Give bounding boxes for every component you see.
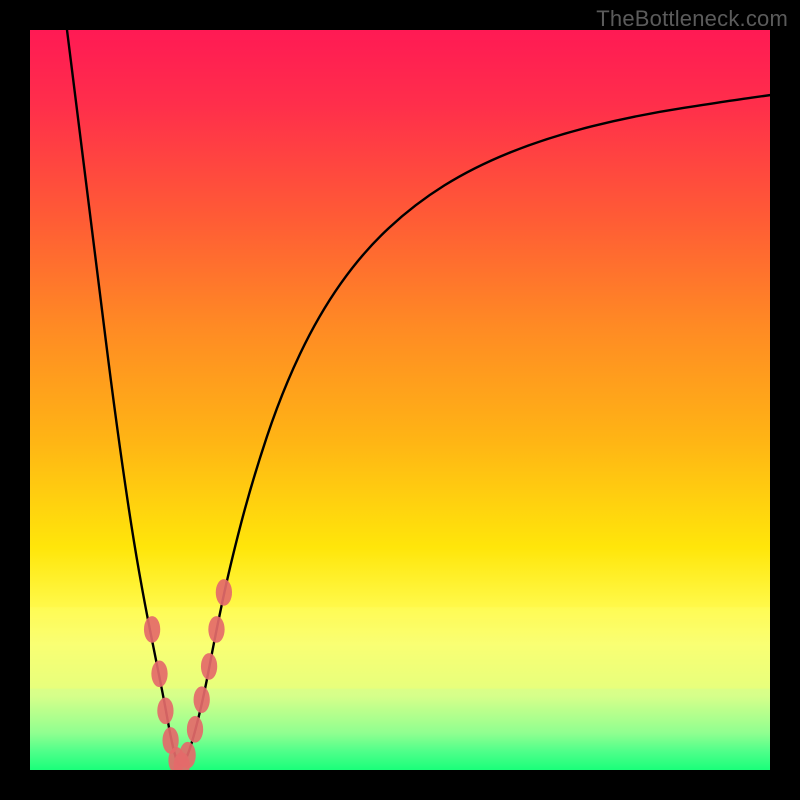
data-marker <box>187 716 203 743</box>
data-marker <box>151 660 167 687</box>
plot-area <box>30 30 770 770</box>
data-marker <box>208 616 224 643</box>
watermark-text: TheBottleneck.com <box>596 6 788 32</box>
chart-svg <box>30 30 770 770</box>
outer-frame: TheBottleneck.com <box>0 0 800 800</box>
highlight-band <box>30 607 770 688</box>
data-marker <box>216 579 232 606</box>
data-marker <box>144 616 160 643</box>
data-marker <box>157 697 173 724</box>
data-marker <box>194 686 210 713</box>
data-marker <box>201 653 217 680</box>
data-marker <box>179 742 195 769</box>
